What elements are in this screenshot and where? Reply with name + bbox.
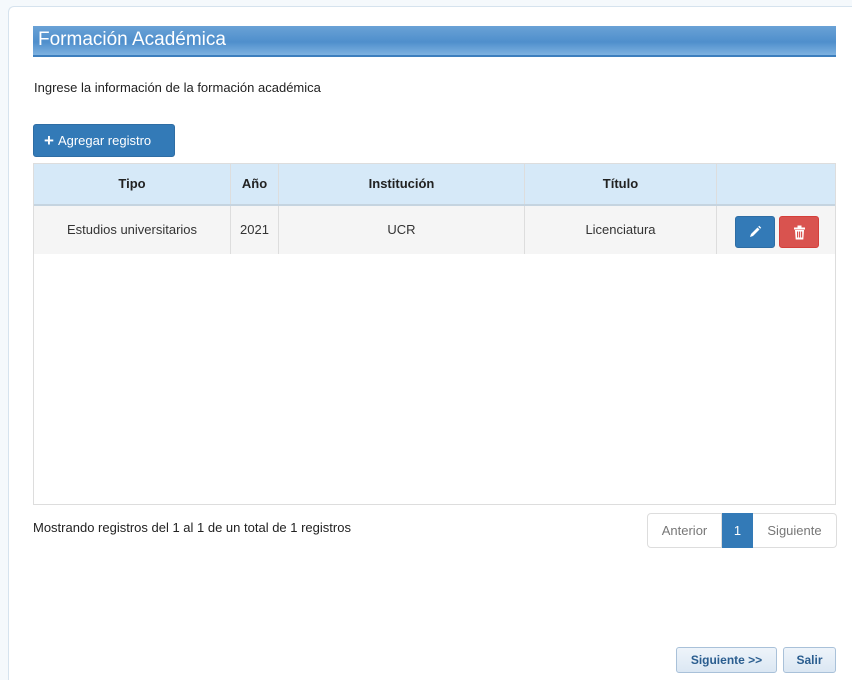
cell-tipo: Estudios universitarios bbox=[34, 206, 231, 254]
pagination-previous[interactable]: Anterior bbox=[647, 513, 722, 548]
column-header-anio[interactable]: Año bbox=[231, 164, 279, 204]
pagination-page-1[interactable]: 1 bbox=[722, 513, 753, 548]
section-header: Formación Académica bbox=[33, 26, 836, 57]
delete-button[interactable] bbox=[779, 216, 819, 248]
column-header-tipo[interactable]: Tipo bbox=[34, 164, 231, 204]
table-row: Estudios universitarios 2021 UCR Licenci… bbox=[34, 206, 835, 254]
cell-institucion: UCR bbox=[279, 206, 525, 254]
cell-anio: 2021 bbox=[231, 206, 279, 254]
edit-button[interactable] bbox=[735, 216, 775, 248]
column-header-titulo[interactable]: Título bbox=[525, 164, 717, 204]
plus-icon: + bbox=[44, 131, 54, 150]
column-header-actions bbox=[717, 164, 835, 204]
pagination-next[interactable]: Siguiente bbox=[753, 513, 837, 548]
pagination: Anterior 1 Siguiente bbox=[647, 513, 837, 548]
add-record-button[interactable]: + Agregar registro bbox=[33, 124, 175, 157]
next-step-button[interactable]: Siguiente >> bbox=[676, 647, 777, 673]
records-table: Tipo Año Institución Título Estudios uni… bbox=[33, 163, 836, 505]
exit-button[interactable]: Salir bbox=[783, 647, 836, 673]
section-title: Formación Académica bbox=[38, 29, 226, 50]
trash-icon bbox=[793, 225, 805, 239]
cell-titulo: Licenciatura bbox=[525, 206, 717, 254]
add-record-label: Agregar registro bbox=[57, 133, 152, 148]
intro-text: Ingrese la información de la formación a… bbox=[34, 80, 321, 95]
records-summary: Mostrando registros del 1 al 1 de un tot… bbox=[33, 520, 351, 535]
table-header: Tipo Año Institución Título bbox=[34, 164, 835, 206]
column-header-institucion[interactable]: Institución bbox=[279, 164, 525, 204]
pencil-icon bbox=[750, 225, 762, 237]
